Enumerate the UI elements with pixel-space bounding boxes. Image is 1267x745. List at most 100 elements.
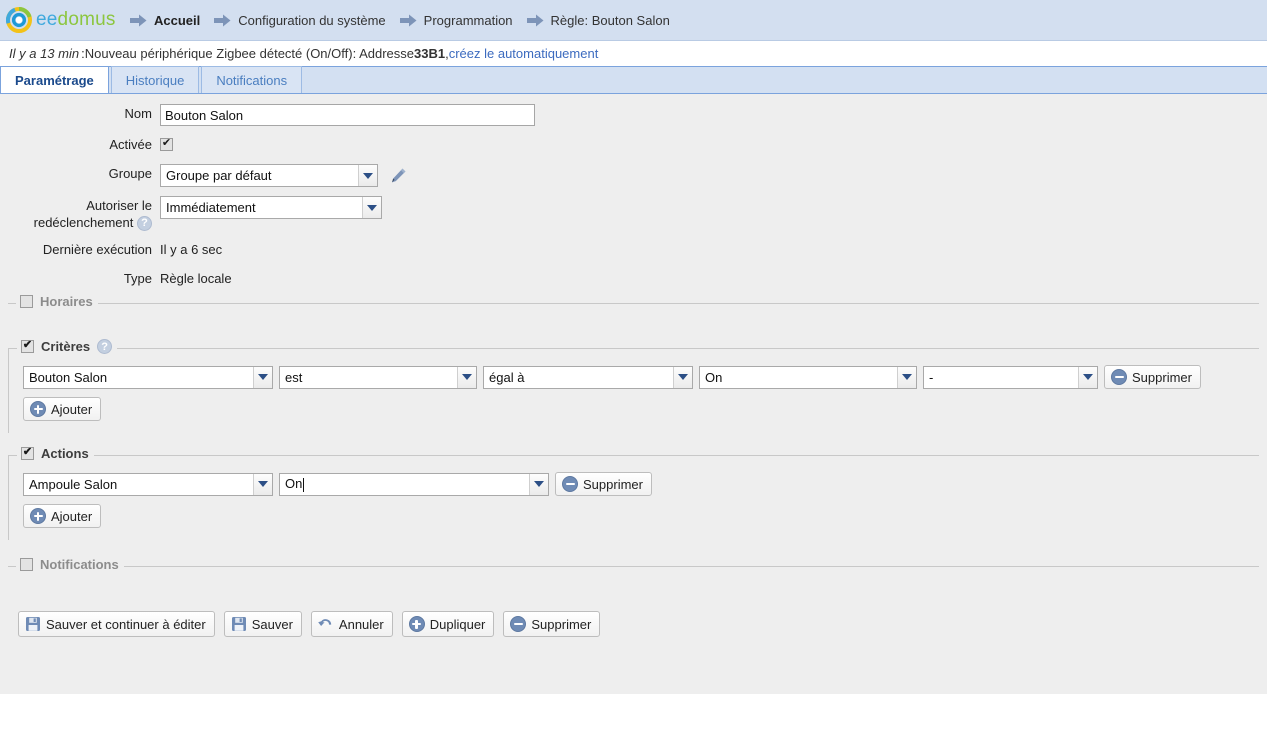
redeclenchement-select[interactable]: Immédiatement: [160, 196, 382, 219]
footer-action-bar: Sauver et continuer à éditer Sauver Annu…: [0, 585, 1267, 638]
arrow-right-icon: [214, 14, 231, 26]
plus-circle-icon: [30, 401, 46, 418]
help-icon[interactable]: ?: [137, 216, 152, 232]
plus-circle-icon: [30, 508, 46, 525]
horaires-checkbox[interactable]: [20, 295, 33, 309]
horaires-legend-label: Horaires: [40, 294, 93, 310]
nom-label: Nom: [124, 106, 152, 121]
tab-historique[interactable]: Historique: [110, 66, 200, 93]
tab-parametrage[interactable]: Paramétrage: [0, 66, 109, 93]
derniere-execution-value: Il y a 6 sec: [160, 242, 223, 258]
actions-device-select[interactable]: Ampoule Salon: [23, 472, 273, 496]
derniere-execution-label: Dernière exécution: [42, 242, 152, 258]
arrow-right-icon: [130, 14, 147, 26]
notification-text: Nouveau périphérique Zigbee détecté (On/…: [84, 46, 415, 61]
save-and-continue-button[interactable]: Sauver et continuer à éditer: [18, 611, 215, 638]
chevron-down-icon: [253, 473, 272, 495]
chevron-down-icon: [897, 366, 916, 388]
tab-bar: Paramétrage Historique Notifications: [0, 66, 1267, 94]
chevron-down-icon: [457, 366, 476, 388]
type-value: Règle locale: [160, 271, 232, 287]
actions-device-value: Ampoule Salon: [29, 476, 118, 492]
groupe-label: Groupe: [108, 166, 152, 181]
criteres-extra-select[interactable]: -: [923, 365, 1098, 389]
main-content: Nom Activée Groupe Groupe par défaut Aut…: [0, 94, 1267, 694]
section-criteres: Critères ? Bouton Salon est égal à On: [8, 339, 1259, 434]
notification-address: 33B1: [414, 46, 446, 61]
redeclenchement-label: Autoriser le redéclenchement ?: [0, 196, 160, 232]
activee-checkbox[interactable]: [160, 138, 173, 151]
breadcrumb-item-configuration[interactable]: Configuration du système: [214, 12, 386, 28]
breadcrumb-label: Programmation: [423, 12, 513, 28]
minus-circle-icon: [510, 616, 527, 633]
save-label: Sauver: [251, 616, 293, 632]
brand-name-part2: domus: [57, 9, 116, 30]
breadcrumb-item-programmation[interactable]: Programmation: [399, 12, 513, 28]
chevron-down-icon: [362, 197, 381, 218]
app-header: eedomus Accueil Configuration du système…: [0, 0, 1267, 41]
groupe-select-value: Groupe par défaut: [166, 168, 272, 183]
field-row-type: Type Règle locale: [0, 269, 1267, 289]
actions-body: Ampoule Salon On Supprimer Ajouter: [9, 456, 1259, 540]
actions-value-value: On: [285, 476, 305, 492]
pencil-icon[interactable]: [388, 166, 408, 186]
actions-checkbox[interactable]: [21, 447, 34, 461]
activee-label: Activée: [109, 137, 152, 152]
section-criteres-legend: Critères ?: [17, 339, 118, 355]
actions-delete-button[interactable]: Supprimer: [555, 472, 652, 497]
notification-timestamp: Il y a 13 min: [9, 46, 80, 61]
save-button[interactable]: Sauver: [223, 611, 302, 638]
criteres-verb-select[interactable]: est: [279, 365, 477, 389]
criteres-device-value: Bouton Salon: [29, 369, 108, 385]
delete-button[interactable]: Supprimer: [503, 611, 601, 638]
notification-create-link[interactable]: créez le automatiquement: [449, 46, 599, 61]
arrow-right-icon: [399, 14, 417, 26]
floppy-disk-icon: [26, 617, 40, 632]
breadcrumb-label: Configuration du système: [238, 12, 386, 28]
cancel-label: Annuler: [338, 616, 384, 632]
groupe-select[interactable]: Groupe par défaut: [160, 164, 378, 187]
section-horaires-legend: Horaires: [16, 294, 98, 310]
actions-row: Ampoule Salon On Supprimer: [23, 472, 1259, 497]
section-notifications-legend: Notifications: [16, 557, 124, 573]
type-label: Type: [123, 271, 152, 287]
breadcrumb: Accueil Configuration du système Program…: [130, 13, 684, 28]
actions-add-label: Ajouter: [51, 508, 93, 524]
brand-name: eedomus: [36, 9, 116, 31]
minus-circle-icon: [1111, 369, 1127, 386]
field-row-derniere-execution: Dernière exécution Il y a 6 sec: [0, 240, 1267, 260]
breadcrumb-label: Règle: Bouton Salon: [550, 12, 670, 28]
cancel-button[interactable]: Annuler: [310, 611, 393, 638]
criteres-delete-button[interactable]: Supprimer: [1104, 365, 1201, 390]
criteres-add-button[interactable]: Ajouter: [23, 397, 102, 422]
breadcrumb-item-regle[interactable]: Règle: Bouton Salon: [526, 12, 670, 28]
nom-input[interactable]: [160, 104, 535, 126]
floppy-disk-icon: [231, 617, 246, 632]
redeclenchement-label-line2: redéclenchement ?: [0, 214, 152, 232]
actions-add-button[interactable]: Ajouter: [23, 504, 102, 529]
arrow-right-icon: [526, 14, 544, 26]
actions-value-select[interactable]: On: [279, 472, 549, 496]
notification-bar: Il y a 13 min : Nouveau périphérique Zig…: [0, 41, 1267, 66]
criteres-checkbox[interactable]: [21, 340, 34, 354]
criteres-device-select[interactable]: Bouton Salon: [23, 365, 273, 389]
criteres-comparator-value: égal à: [489, 369, 525, 385]
criteres-verb-value: est: [285, 369, 303, 385]
brand-logo[interactable]: eedomus: [0, 7, 130, 33]
duplicate-button[interactable]: Dupliquer: [401, 611, 495, 638]
duplicate-label: Dupliquer: [429, 616, 486, 632]
criteres-value-select[interactable]: On: [699, 365, 917, 389]
criteres-comparator-select[interactable]: égal à: [483, 365, 693, 389]
notifications-checkbox[interactable]: [20, 558, 33, 572]
tab-notifications[interactable]: Notifications: [201, 66, 303, 93]
chevron-down-icon: [253, 366, 272, 388]
section-actions-legend: Actions: [17, 446, 94, 462]
chevron-down-icon: [529, 473, 548, 495]
text-caret: [303, 477, 305, 492]
breadcrumb-item-accueil[interactable]: Accueil: [130, 13, 200, 28]
plus-circle-icon: [408, 616, 425, 633]
section-notifications: Notifications: [8, 557, 1259, 585]
field-row-nom: Nom: [0, 104, 1267, 126]
help-icon[interactable]: ?: [97, 339, 113, 355]
delete-label: Supprimer: [531, 616, 592, 632]
